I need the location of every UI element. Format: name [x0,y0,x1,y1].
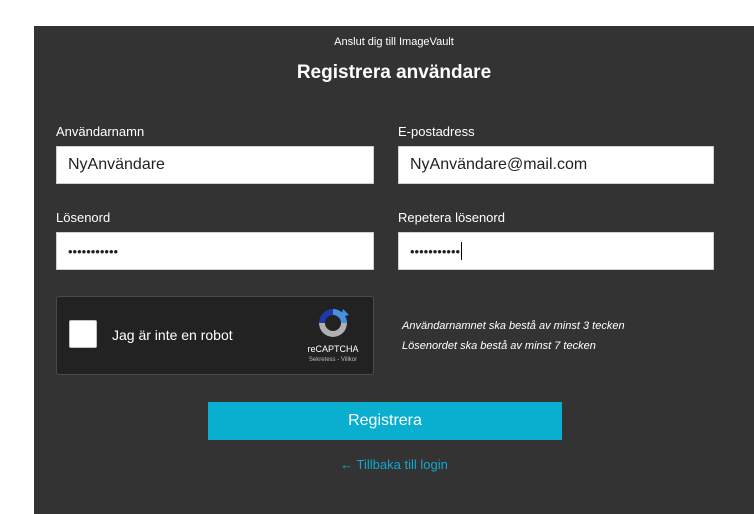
password-label: Lösenord [56,210,111,225]
not-robot-label: Jag är inte en robot [112,327,233,343]
recaptcha-widget: Jag är inte en robot reCAPTCHA Sekretess… [56,296,374,375]
page-subtitle: Anslut dig till ImageVault [334,36,454,48]
recaptcha-brand: reCAPTCHA [307,344,359,354]
email-label: E-postadress [398,124,475,139]
back-to-login-label: Tillbaka till login [356,457,448,472]
repeat-password-label: Repetera lösenord [398,210,505,225]
password-value: ••••••••••• [68,243,119,259]
repeat-password-value: ••••••••••• [410,243,461,259]
register-panel: Anslut dig till ImageVault Registrera an… [34,26,754,514]
back-to-login-link[interactable]: ← Tillbaka till login [34,457,754,472]
username-field[interactable]: NyAnvändare [56,146,374,184]
arrow-left-icon: ← [340,457,354,472]
page-title: Registrera användare [296,62,492,83]
username-label: Användarnamn [56,124,145,139]
text-caret [461,242,463,260]
username-hint: Användarnamnet ska bestå av minst 3 teck… [402,320,625,332]
recaptcha-links[interactable]: Sekretess - Villkor [289,357,377,363]
recaptcha-logo-icon [319,309,349,337]
password-field[interactable]: ••••••••••• [56,232,374,270]
email-field[interactable]: NyAnvändare@mail.com [398,146,714,184]
register-button[interactable]: Registrera [208,402,562,440]
password-hint: Lösenordet ska bestå av minst 7 tecken [402,340,596,352]
not-robot-checkbox[interactable] [69,320,97,348]
repeat-password-field[interactable]: ••••••••••• [398,232,714,270]
